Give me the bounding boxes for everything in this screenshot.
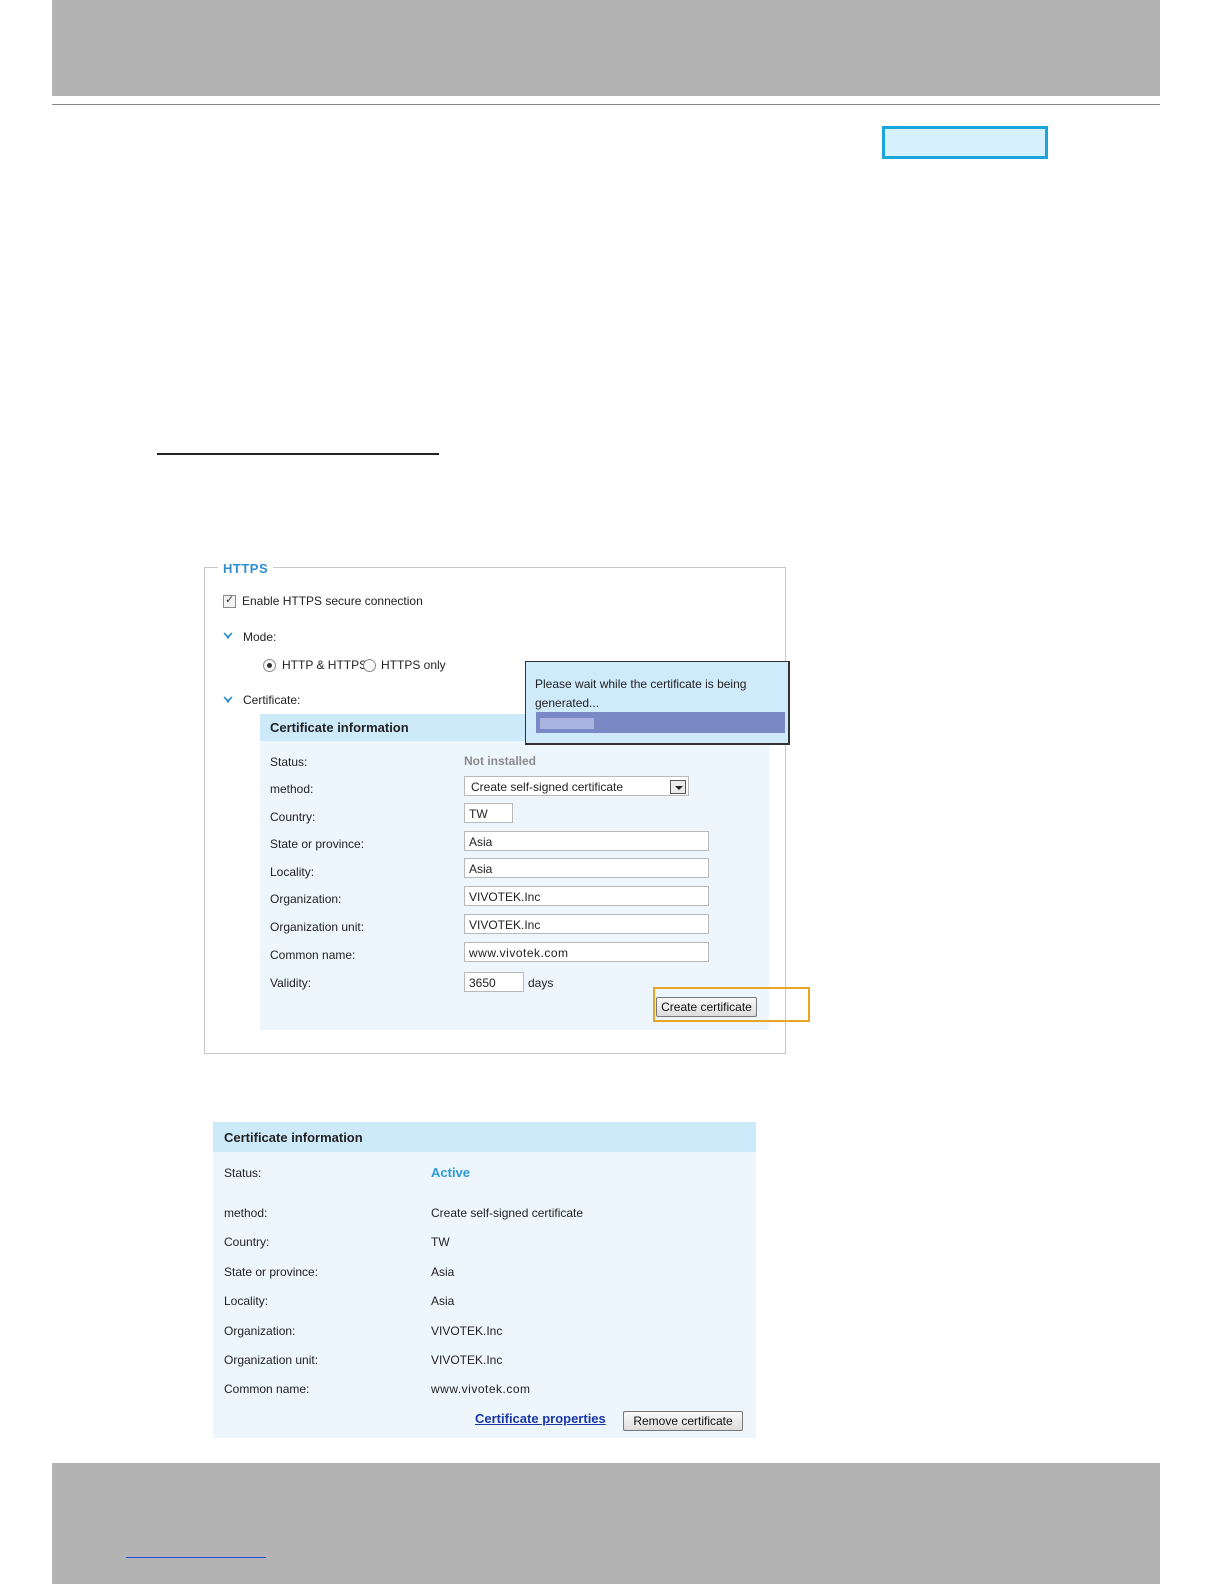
footer-link-underline[interactable] — [126, 1557, 266, 1558]
common-name-input[interactable]: www.vivotek.com — [464, 942, 709, 962]
certificate-label: Certificate: — [243, 693, 301, 707]
active-cert-title: Certificate information — [224, 1130, 363, 1145]
https-legend: HTTPS — [218, 561, 274, 576]
active-locality-value: Asia — [431, 1294, 455, 1308]
mode-radio-http-https[interactable] — [263, 659, 276, 672]
expand-mode-icon[interactable] — [223, 632, 233, 640]
state-label: State or province: — [270, 837, 365, 851]
country-input[interactable]: TW — [464, 803, 513, 823]
active-locality-label: Locality: — [224, 1294, 269, 1308]
active-org-value: VIVOTEK.Inc — [431, 1324, 503, 1338]
organization-label: Organization: — [270, 892, 342, 906]
active-common-name-value: www.vivotek.com — [431, 1382, 531, 1396]
validity-label: Validity: — [270, 976, 312, 990]
section-underline — [157, 453, 439, 455]
active-org-label: Organization: — [224, 1324, 296, 1338]
locality-input[interactable]: Asia — [464, 858, 709, 878]
active-method-label: method: — [224, 1206, 268, 1220]
mode-label: Mode: — [243, 630, 277, 644]
enable-https-label: Enable HTTPS secure connection — [242, 594, 423, 608]
active-common-name-label: Common name: — [224, 1382, 310, 1396]
cert-info-title: Certificate information — [270, 720, 409, 735]
chevron-down-icon[interactable] — [670, 780, 686, 794]
mode-option-http-https: HTTP & HTTPS — [282, 658, 368, 672]
method-label: method: — [270, 782, 314, 796]
mode-radio-https-only[interactable] — [363, 659, 376, 672]
enable-https-checkbox[interactable] — [223, 593, 236, 608]
page-header-bar — [52, 0, 1160, 96]
common-name-label: Common name: — [270, 948, 356, 962]
active-org-unit-value: VIVOTEK.Inc — [431, 1353, 503, 1367]
organization-unit-input[interactable]: VIVOTEK.Inc — [464, 914, 709, 934]
country-label: Country: — [270, 810, 316, 824]
active-status-value: Active — [431, 1165, 471, 1180]
active-method-value: Create self-signed certificate — [431, 1206, 584, 1220]
status-label: Status: — [270, 755, 308, 769]
mode-option-https-only: HTTPS only — [381, 658, 446, 672]
state-input[interactable]: Asia — [464, 831, 709, 851]
validity-input[interactable]: 3650 — [464, 972, 524, 992]
method-select[interactable]: Create self-signed certificate — [464, 776, 689, 796]
active-country-value: TW — [431, 1235, 450, 1249]
page-footer-bar — [52, 1463, 1160, 1584]
remove-certificate-button[interactable]: Remove certificate — [623, 1411, 743, 1431]
validity-unit: days — [528, 976, 554, 990]
organization-input[interactable]: VIVOTEK.Inc — [464, 886, 709, 906]
create-certificate-highlight — [653, 987, 810, 1022]
active-state-value: Asia — [431, 1265, 455, 1279]
active-state-label: State or province: — [224, 1265, 319, 1279]
status-value: Not installed — [464, 754, 537, 768]
organization-unit-label: Organization unit: — [270, 920, 365, 934]
active-status-label: Status: — [224, 1166, 262, 1180]
certificate-properties-link[interactable]: Certificate properties — [475, 1411, 606, 1426]
header-divider — [52, 104, 1160, 105]
active-org-unit-label: Organization unit: — [224, 1353, 319, 1367]
chapter-tab[interactable] — [882, 126, 1048, 159]
active-country-label: Country: — [224, 1235, 270, 1249]
generating-message: Please wait while the certificate is bei… — [535, 677, 747, 710]
locality-label: Locality: — [270, 865, 315, 879]
progress-fill — [540, 718, 594, 729]
expand-certificate-icon[interactable] — [223, 696, 233, 704]
method-select-value: Create self-signed certificate — [471, 780, 624, 794]
